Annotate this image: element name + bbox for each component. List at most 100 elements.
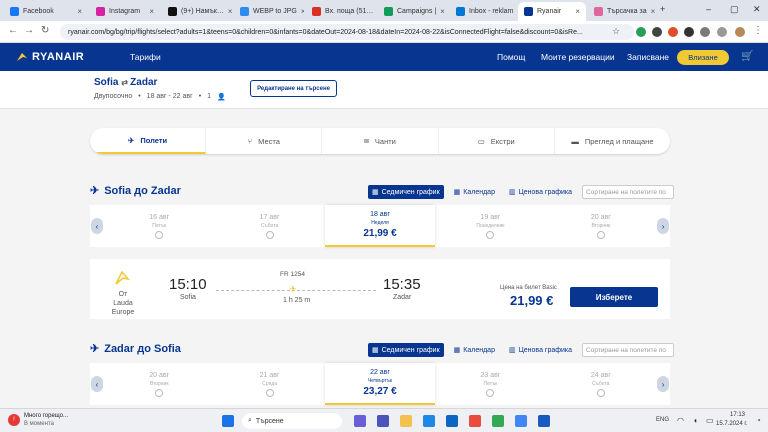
tab-ryanair[interactable]: Ryanair ×: [518, 2, 586, 21]
taskbar-search[interactable]: ⌕ Търсене: [242, 413, 342, 429]
date-option[interactable]: 23 авг Петък: [435, 363, 545, 405]
language-indicator[interactable]: ENG: [656, 417, 669, 423]
tab-search[interactable]: Търсачка за ×: [588, 2, 656, 21]
address-bar-row: ← → ↻ ryanair.com/bg/bg/trip/flights/sel…: [0, 21, 768, 43]
new-tab-button[interactable]: +: [660, 4, 665, 14]
sort-select[interactable]: Сортиране на полетите по: [582, 185, 675, 199]
arrival-city: Zadar: [393, 294, 412, 301]
my-bookings-link[interactable]: Моите резервации: [541, 52, 615, 62]
tab-campaigns[interactable]: Campaigns | ×: [378, 2, 448, 21]
notification-icon[interactable]: ◔: [756, 416, 761, 425]
volume-icon[interactable]: ◖: [693, 416, 698, 425]
extension-icon[interactable]: [636, 27, 646, 37]
select-flight-button[interactable]: Изберете: [570, 287, 658, 307]
close-icon[interactable]: ×: [575, 7, 580, 16]
extension-icon[interactable]: [700, 27, 710, 37]
step-review[interactable]: ▬ Преглед и плащане: [555, 128, 670, 154]
widgets-icon[interactable]: [354, 415, 366, 427]
clock-time[interactable]: 17:13: [730, 412, 745, 418]
login-button[interactable]: Влизане: [677, 50, 729, 65]
date-option[interactable]: 19 авг Понеделник: [435, 205, 545, 247]
date-option[interactable]: 20 авг Вторник: [104, 363, 214, 405]
extension-icon[interactable]: [668, 27, 678, 37]
edge-icon[interactable]: [423, 415, 435, 427]
date-option-selected[interactable]: 22 авг Четвъртък 23,27 €: [324, 363, 436, 405]
cart-icon[interactable]: 🛒: [741, 51, 753, 62]
date-option-selected[interactable]: 18 авг Неделя 21,99 €: [324, 205, 436, 247]
carousel-prev-button[interactable]: ‹: [90, 363, 104, 405]
weekly-view-button[interactable]: ▦ Седмичен график: [368, 185, 444, 199]
teams-icon[interactable]: [377, 415, 389, 427]
chrome-profile-icon[interactable]: [515, 415, 527, 427]
step-extras[interactable]: ▭ Екстри: [439, 128, 555, 154]
carousel-next-button[interactable]: ›: [656, 205, 670, 247]
close-icon[interactable]: ×: [149, 7, 154, 16]
close-icon[interactable]: ×: [301, 7, 304, 16]
step-bags[interactable]: ⧈ Чанти: [322, 128, 439, 154]
mail-app-icon[interactable]: [446, 415, 458, 427]
menu-icon[interactable]: ⋮: [753, 25, 763, 36]
trip-details: Двупосочно • 18 авг - 22 авг • 1 👤: [94, 93, 226, 101]
tab-instagram[interactable]: Instagram ×: [90, 2, 160, 21]
close-window-button[interactable]: ✕: [753, 4, 761, 15]
signup-link[interactable]: Записване: [627, 52, 669, 62]
bookmark-star-icon[interactable]: ☆: [612, 26, 620, 37]
browser-tab-strip: Facebook × Instagram × (9+) Намък… × WEBP t…: [0, 0, 768, 21]
tab-threads[interactable]: (9+) Намък… ×: [162, 2, 232, 21]
close-icon[interactable]: ×: [440, 7, 445, 16]
plane-icon: ✈: [128, 135, 135, 145]
seat-icon: ⑂: [247, 136, 253, 146]
flight-price: 21,99 €: [510, 293, 554, 308]
sort-select[interactable]: Сортиране на полетите по: [582, 343, 675, 357]
date-option[interactable]: 16 авг Петък: [104, 205, 214, 247]
extension-icon[interactable]: [652, 27, 662, 37]
tab-webp[interactable]: WEBP to JPG ×: [234, 2, 304, 21]
clock-date[interactable]: 15.7.2024 г.: [716, 421, 747, 427]
price-chart-button[interactable]: ▥ Ценова графика: [505, 185, 576, 199]
date-option[interactable]: 20 авг Вторник: [546, 205, 656, 247]
weather-widget[interactable]: ! Много горещо... В момента: [8, 412, 68, 428]
edit-search-button[interactable]: Редактиране на търсене: [250, 80, 337, 97]
avatar[interactable]: [735, 27, 745, 37]
chrome-icon[interactable]: [492, 415, 504, 427]
weekly-view-button[interactable]: ▦ Седмичен график: [368, 343, 444, 357]
reload-icon[interactable]: ↻: [41, 25, 49, 36]
minimize-button[interactable]: –: [706, 4, 711, 14]
maximize-button[interactable]: ▢: [730, 4, 739, 15]
calendar-view-button[interactable]: ▦ Календар: [450, 185, 499, 199]
help-link[interactable]: Помощ: [497, 52, 525, 62]
word-icon[interactable]: [538, 415, 550, 427]
unavailable-icon: [596, 388, 605, 397]
back-icon[interactable]: ←: [8, 25, 18, 36]
nav-fares[interactable]: Тарифи: [130, 52, 161, 62]
date-option[interactable]: 17 авг Събота: [214, 205, 324, 247]
chevron-left-icon: ‹: [91, 376, 103, 392]
close-icon[interactable]: ×: [228, 7, 232, 16]
url-input[interactable]: ryanair.com/bg/bg/trip/flights/select?ad…: [60, 24, 634, 40]
battery-icon[interactable]: ▭: [706, 416, 714, 425]
flight-card[interactable]: От Lauda Europe 15:10 Sofia FR 1254 ✈ 1 …: [90, 259, 670, 319]
heat-alert-icon: !: [8, 414, 20, 426]
step-flights[interactable]: ✈ Полети: [90, 128, 207, 154]
extension-icon[interactable]: [684, 27, 694, 37]
forward-icon[interactable]: →: [24, 25, 34, 36]
wifi-icon[interactable]: ◠: [677, 416, 684, 425]
step-seats[interactable]: ⑂ Места: [206, 128, 323, 154]
calendar-view-button[interactable]: ▦ Календар: [450, 343, 499, 357]
price-chart-button[interactable]: ▥ Ценова графика: [505, 343, 576, 357]
tab-mail[interactable]: Вх. поща (51…×: [306, 2, 376, 21]
carousel-next-button[interactable]: ›: [656, 363, 670, 405]
date-option[interactable]: 24 авг Събота: [546, 363, 656, 405]
downloads-icon[interactable]: [717, 27, 727, 37]
tab-inbox[interactable]: Inbox - reklam×: [450, 2, 520, 21]
date-option[interactable]: 21 авг Сряда: [214, 363, 324, 405]
carousel-prev-button[interactable]: ‹: [90, 205, 104, 247]
ryanair-logo[interactable]: RYANAIR: [16, 51, 84, 63]
office-icon[interactable]: [469, 415, 481, 427]
close-icon[interactable]: ×: [77, 7, 82, 16]
file-explorer-icon[interactable]: [400, 415, 412, 427]
tab-facebook[interactable]: Facebook ×: [4, 2, 88, 21]
close-icon[interactable]: ×: [651, 7, 656, 16]
taskbar: ! Много горещо... В момента ⌕ Търсене ENG…: [0, 408, 768, 432]
start-menu-icon[interactable]: [222, 415, 234, 427]
